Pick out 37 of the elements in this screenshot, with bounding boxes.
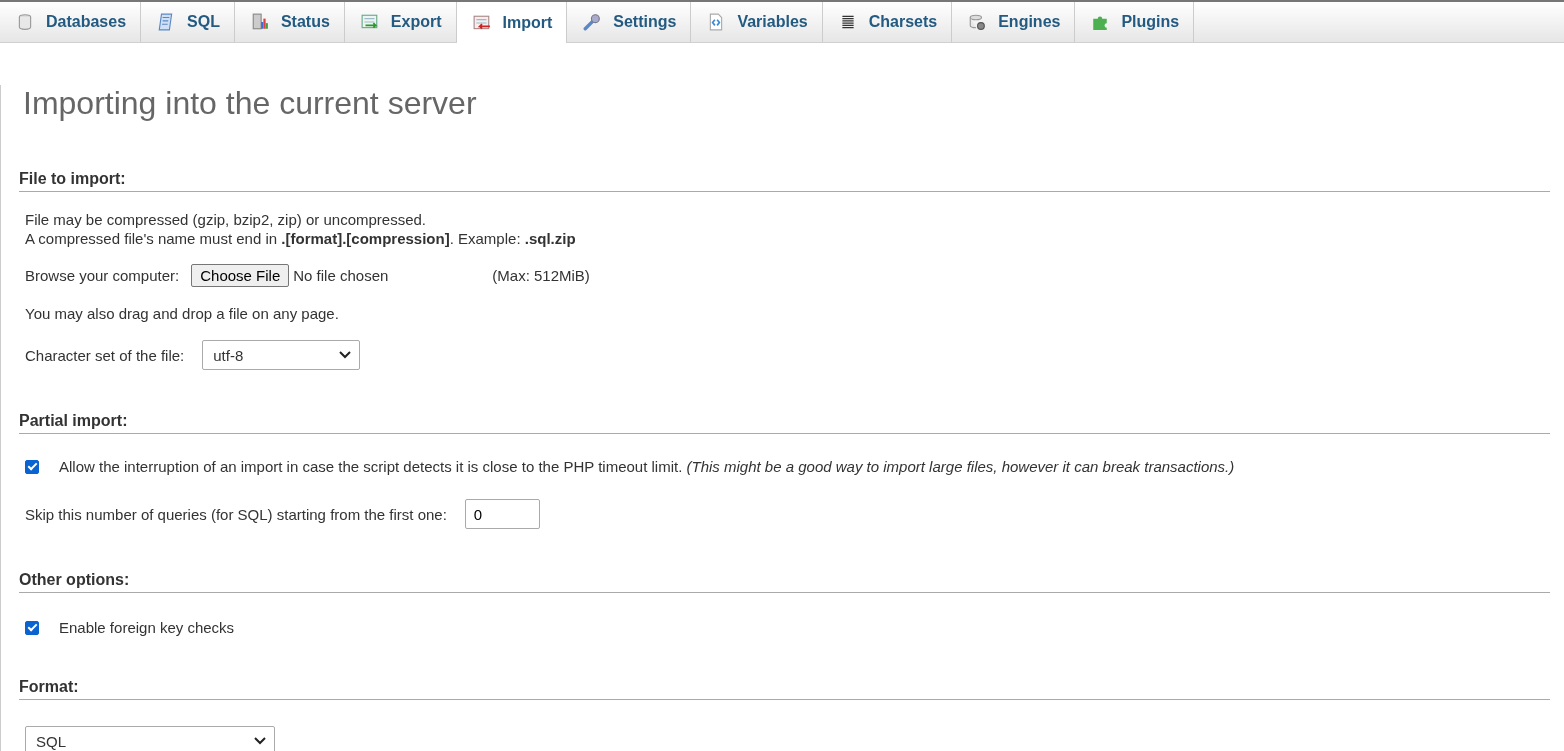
filename-note: A compressed file's name must end in .[format].[compression]. Example: .sql.zip	[25, 229, 577, 248]
tab[interactable]: Engines	[952, 2, 1076, 42]
field-label: Browse your computer:	[25, 267, 180, 284]
compression-note: File may be compressed (gzip, bzip2, zip) or uncompressed.	[25, 210, 427, 229]
tab[interactable]: Databases	[0, 2, 142, 42]
charset-select[interactable]: utf-8	[202, 340, 361, 370]
tab[interactable]: Charsets	[822, 2, 953, 42]
chart-icon	[250, 13, 269, 31]
tab[interactable]: Import	[456, 2, 568, 43]
caret-icon	[339, 351, 352, 359]
tab[interactable]: Settings	[567, 2, 692, 42]
page-title: Importing into the current server	[23, 85, 478, 122]
checkbox[interactable]	[25, 459, 39, 474]
checkbox[interactable]	[25, 620, 39, 635]
field-label: Character set of the file:	[25, 346, 185, 364]
export-icon	[360, 13, 379, 31]
drag-note: You may also drag and drop a file on any page.	[25, 305, 339, 322]
caret-icon	[254, 737, 266, 745]
max-size: (Max: 512MiB)	[492, 267, 590, 284]
tab[interactable]: Variables	[691, 2, 823, 42]
tab[interactable]: Plugins	[1075, 2, 1195, 42]
tab[interactable]: SQL	[141, 2, 235, 42]
section-heading: Partial import:	[19, 412, 1550, 434]
database-icon	[16, 13, 34, 31]
skip-queries-field[interactable]: 0	[464, 499, 540, 529]
section-heading: Format:	[19, 678, 1550, 700]
choose-file-button[interactable]: Choose File	[191, 264, 290, 287]
section-heading: Other options:	[19, 571, 1550, 593]
import-icon	[472, 13, 491, 32]
file-status: No file chosen	[293, 267, 389, 284]
field-label: Skip this number of queries (for SQL) starting from the first one:	[25, 505, 447, 523]
checkbox-label: Enable foreign key checks	[59, 619, 235, 636]
checkbox-label: Allow the interruption of an import in case the script detects it is close to the PHP timeout limit. (This might be a good way to import large files, however it can break transactions.)	[59, 458, 1235, 475]
section-heading: File to import:	[19, 170, 1550, 192]
format-select[interactable]: SQL	[25, 726, 275, 751]
tab[interactable]: Export	[344, 2, 457, 42]
tab[interactable]: Status	[234, 2, 345, 42]
